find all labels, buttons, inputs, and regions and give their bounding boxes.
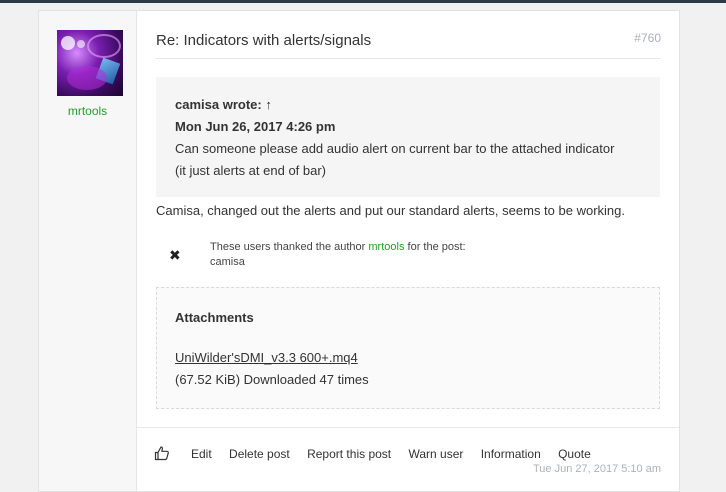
post-container: mrtools Re: Indicators with alerts/signa… — [38, 10, 680, 492]
quote-text-line: Can someone please add audio alert on cu… — [175, 141, 615, 156]
thanks-users[interactable]: camisa — [210, 256, 245, 268]
report-post-button[interactable]: Report this post — [307, 447, 391, 461]
post-title[interactable]: Re: Indicators with alerts/signals — [156, 32, 371, 49]
author-username-link[interactable]: mrtools — [39, 104, 136, 118]
quote-block: camisa wrote: ↑ Mon Jun 26, 2017 4:26 pm… — [156, 77, 660, 197]
post-body: Camisa, changed out the alerts and put o… — [156, 203, 625, 218]
warn-user-button[interactable]: Warn user — [408, 447, 463, 461]
thanks-author-link[interactable]: mrtools — [368, 241, 404, 253]
information-button[interactable]: Information — [481, 447, 541, 461]
thumbs-up-icon[interactable] — [154, 445, 170, 461]
attachment-meta: (67.52 KiB) Downloaded 47 times — [175, 372, 369, 387]
x-icon[interactable]: ✖ — [169, 247, 181, 264]
author-profile: mrtools — [39, 11, 137, 491]
footer-divider — [137, 427, 679, 428]
quote-author: camisa wrote: ↑ — [175, 97, 272, 112]
attachments-box: Attachments UniWilder'sDMI_v3.3 600+.mq4… — [156, 287, 660, 409]
quote-text-line: (it just alerts at end of bar) — [175, 163, 327, 178]
quote-source-arrow-icon[interactable]: ↑ — [265, 97, 272, 112]
top-bar — [0, 0, 726, 3]
avatar[interactable] — [57, 30, 123, 96]
quote-author-text: camisa wrote: — [175, 97, 262, 112]
edit-button[interactable]: Edit — [191, 447, 212, 461]
quote-button[interactable]: Quote — [558, 447, 591, 461]
delete-post-button[interactable]: Delete post — [229, 447, 290, 461]
thanks-text: These users thanked the author mrtools f… — [210, 241, 466, 253]
post-number-link[interactable]: #760 — [634, 31, 661, 45]
thanks-suffix: for the post: — [407, 241, 466, 253]
quote-date: Mon Jun 26, 2017 4:26 pm — [175, 119, 336, 134]
post-actions: Edit Delete post Report this post Warn u… — [191, 447, 605, 461]
attachment-file-link[interactable]: UniWilder'sDMI_v3.3 600+.mq4 — [175, 350, 358, 365]
title-divider — [156, 58, 660, 59]
post-date: Tue Jun 27, 2017 5:10 am — [532, 463, 661, 475]
attachments-title: Attachments — [175, 310, 254, 325]
thanks-prefix: These users thanked the author — [210, 241, 366, 253]
